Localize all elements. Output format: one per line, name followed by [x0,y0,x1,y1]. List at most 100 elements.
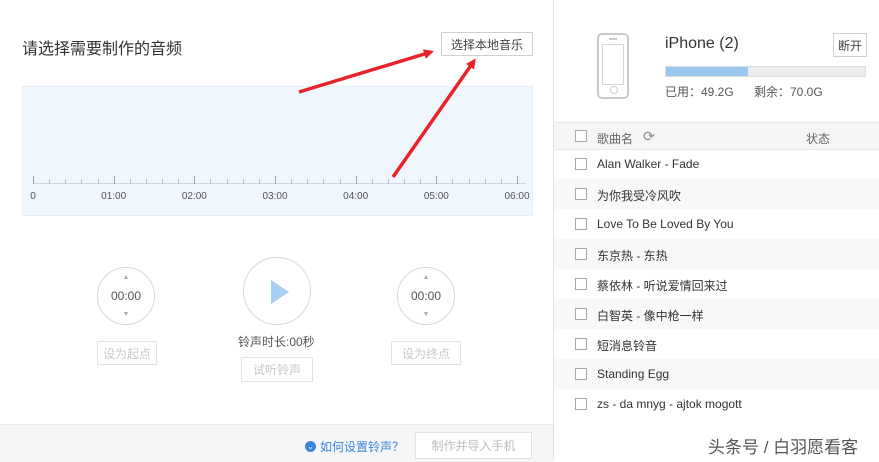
song-row[interactable]: Standing Egg [554,359,879,389]
help-link[interactable]: ⌄ 如何设置铃声？ [305,438,404,455]
play-button[interactable] [243,257,311,325]
timeline-tick [65,179,67,184]
song-name: Standing Egg [597,367,670,381]
help-link-text: 如何设置铃声？ [320,440,405,454]
page-title: 请选择需要制作的音频 [22,41,183,58]
song-row[interactable]: zs - da mnyg - ajtok mogott [554,389,879,419]
timeline-tick [484,179,486,184]
song-checkbox[interactable] [575,248,587,260]
header-song-name: 歌曲名 [597,132,634,146]
storage-used: 已用：49.2G [665,85,734,99]
timeline-tick [468,179,470,184]
song-name: 白智英 - 像中枪一样 [597,309,704,323]
chevron-down-icon[interactable]: ▼ [423,311,430,318]
header-status: 状态 [806,132,831,146]
ringtone-editor-panel: 请选择需要制作的音频 选择本地音乐 0 01:00 02:00 03:00 04:00 0… [0,0,553,462]
song-name: 短消息铃音 [597,339,658,353]
help-circle-icon: ⌄ [305,441,316,452]
timeline-tick [258,179,260,184]
chevron-up-icon[interactable]: ▲ [423,274,430,281]
timeline-label: 06:00 [504,191,530,202]
phone-home-button [610,86,618,94]
song-name: 东京热 - 东热 [597,249,668,263]
song-name: 蔡依林 - 听说爱情回来过 [597,279,728,293]
storage-used-fill [666,67,748,76]
timeline-tick [517,176,518,184]
song-name: Love To Be Loved By You [597,217,734,231]
timeline-tick [226,179,228,184]
song-row[interactable]: 短消息铃音 [554,329,879,359]
timeline-tick [387,179,389,184]
timeline-tick [275,176,276,184]
device-panel: iPhone (2) 断开 已用：49.2G 剩余：70.0G 歌曲名 ⟳ 状态… [554,0,879,461]
song-row[interactable]: Alan Walker - Fade [554,149,879,179]
song-name: 为你我受冷风吹 [597,189,682,203]
device-name: iPhone (2) [665,35,739,52]
timeline-tick [291,179,293,184]
song-row[interactable]: 蔡依林 - 听说爱情回来过 [554,269,879,299]
phone-icon [597,33,629,99]
waveform-area[interactable]: 0 01:00 02:00 03:00 04:00 05:00 06:00 [22,86,533,216]
pick-local-music-button[interactable]: 选择本地音乐 [441,32,533,56]
timeline-tick [323,179,325,184]
timeline-label: 02:00 [181,191,207,202]
play-icon [271,280,289,304]
timeline-tick [81,179,83,184]
preview-ringtone-button[interactable]: 试听铃声 [241,357,313,382]
phone-speaker [609,38,617,40]
chevron-down-icon[interactable]: ▼ [123,311,130,318]
timeline-tick [355,176,357,184]
timeline-tick [500,179,502,184]
song-checkbox[interactable] [575,278,587,290]
set-end-button[interactable]: 设为终点 [391,341,461,365]
timeline-tick [307,179,309,184]
phone-screen [602,44,624,85]
timeline-tick [33,176,34,184]
timeline-tick [420,179,422,184]
timeline-label: 04:00 [343,191,369,202]
song-row[interactable]: 为你我受冷风吹 [554,179,879,209]
end-time-value: 00:00 [410,289,442,303]
timeline-tick [145,179,147,184]
timeline-tick [49,179,51,184]
end-time-dial[interactable]: ▲ 00:00 ▼ [397,267,455,325]
refresh-icon[interactable]: ⟳ [643,128,655,145]
timeline-tick [129,179,131,184]
chevron-up-icon[interactable]: ▲ [123,274,130,281]
storage-bar [665,66,866,77]
timeline-tick [339,179,341,184]
song-checkbox[interactable] [575,368,587,380]
timeline-label: 01:00 [101,191,127,202]
timeline-tick [404,179,406,184]
song-checkbox[interactable] [575,218,587,230]
set-start-button[interactable]: 设为起点 [97,341,157,365]
select-all-checkbox[interactable] [575,130,587,142]
timeline-tick [194,176,196,184]
ringtone-length: 铃声时长:00秒 [238,335,315,349]
song-row[interactable]: 白智英 - 像中枪一样 [554,299,879,329]
start-time-dial[interactable]: ▲ 00:00 ▼ [97,267,155,325]
song-row[interactable]: Love To Be Loved By You [554,209,879,239]
song-checkbox[interactable] [575,188,587,200]
timeline-tick [97,179,99,184]
storage-remaining: 剩余：70.0G [754,85,823,99]
timeline-tick [242,179,244,184]
song-checkbox[interactable] [575,338,587,350]
song-checkbox[interactable] [575,398,587,410]
timeline-tick [113,176,115,184]
timeline-tick [210,179,212,184]
timeline-tick [371,179,373,184]
start-time-value: 00:00 [110,289,142,303]
song-row[interactable]: 东京热 - 东热 [554,239,879,269]
disconnect-button[interactable]: 断开 [833,33,867,57]
song-name: zs - da mnyg - ajtok mogott [597,397,742,411]
timeline-label: 05:00 [423,191,449,202]
make-and-import-button[interactable]: 制作并导入手机 [415,432,532,459]
timeline-tick [178,179,180,184]
timeline-label: 0 [30,191,36,202]
song-checkbox[interactable] [575,158,587,170]
song-checkbox[interactable] [575,308,587,320]
timeline-tick [162,179,164,184]
song-list-header: 歌曲名 ⟳ 状态 [554,122,879,150]
song-name: Alan Walker - Fade [597,157,700,171]
